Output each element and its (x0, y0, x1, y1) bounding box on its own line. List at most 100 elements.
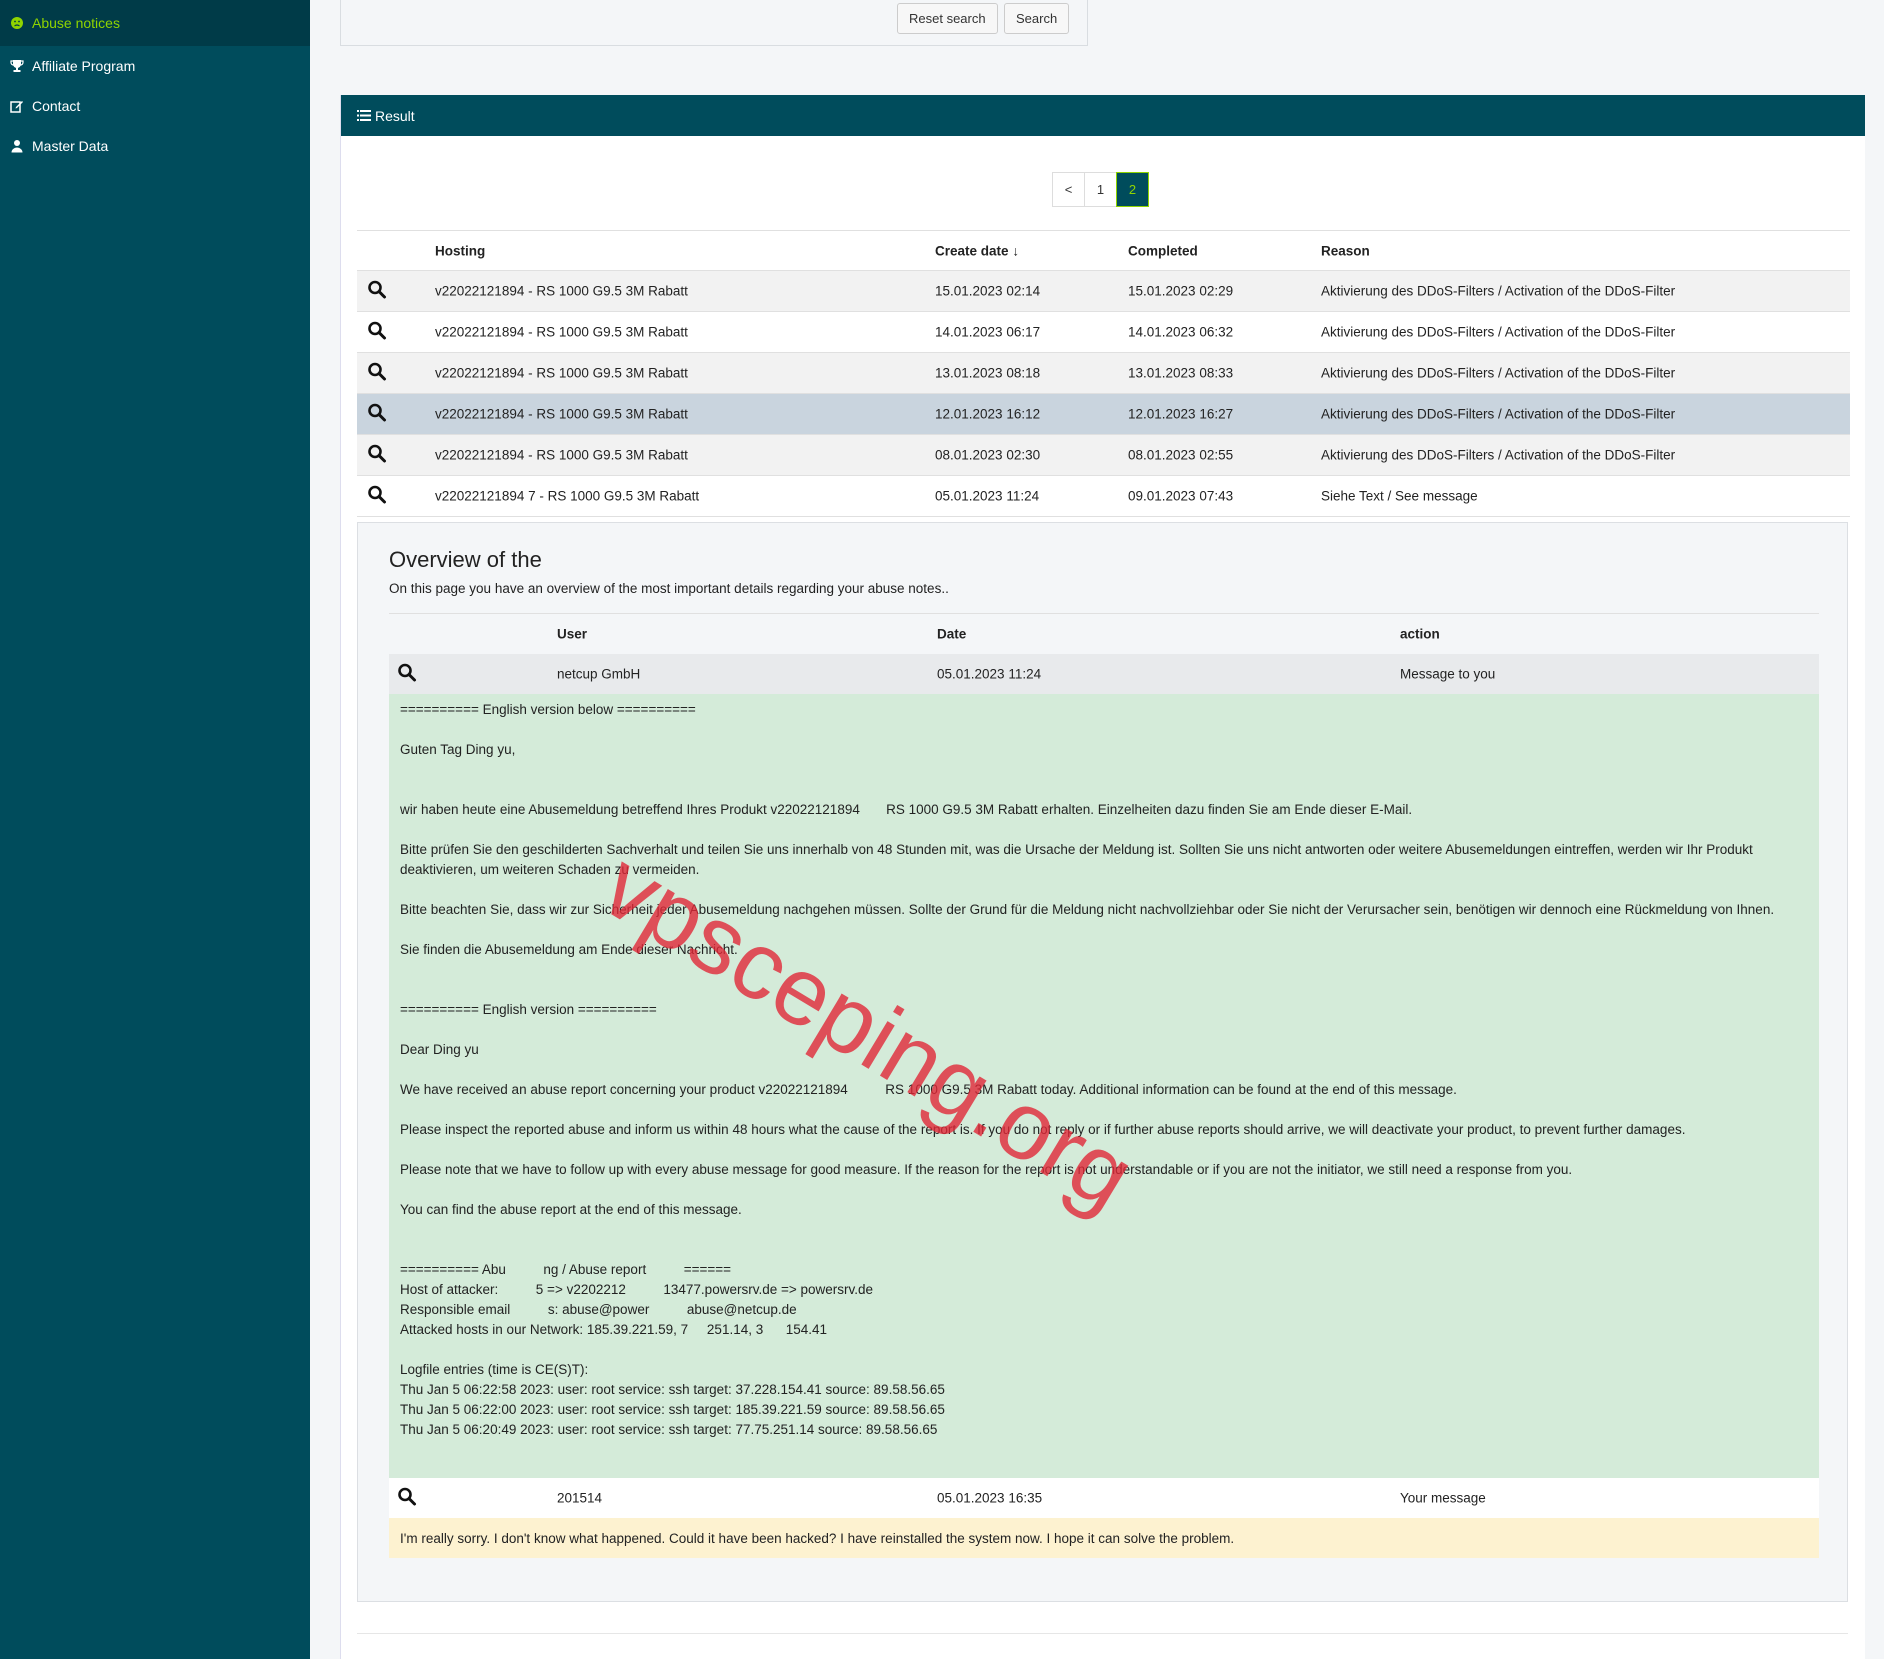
completed-cell: 14.01.2023 06:32 (1128, 324, 1234, 340)
create-date-cell: 12.01.2023 16:12 (935, 406, 1041, 422)
reset-search-button[interactable]: Reset search (897, 3, 998, 34)
hosting-cell: v22022121894 - RS 1000 G9.5 3M Rabatt (435, 283, 688, 299)
abuse-report-block: ========== Abu ng / Abuse report ====== … (400, 1262, 874, 1337)
page-2-button[interactable]: 2 (1116, 172, 1149, 207)
column-header-date: Date (937, 626, 967, 642)
table-row[interactable]: v22022121894 - RS 1000 G9.5 3M Rabatt 13… (357, 353, 1850, 394)
overview-table-header: User Date action (389, 614, 1819, 654)
column-header-user: User (557, 626, 588, 642)
completed-cell: 15.01.2023 02:29 (1128, 283, 1234, 299)
table-row-selected[interactable]: v22022121894 - RS 1000 G9.5 3M Rabatt 12… (357, 394, 1850, 435)
message-line: Dear Ding yu (400, 1042, 479, 1057)
your-message-body: I'm really sorry. I don't know what happ… (389, 1518, 1819, 1558)
message-line: Bitte beachten Sie, dass wir zur Sicherh… (400, 902, 1775, 917)
action-cell: Message to you (1400, 666, 1496, 682)
date-cell: 05.01.2023 11:24 (937, 666, 1042, 682)
result-title: Result (375, 107, 415, 124)
logfile-block: Logfile entries (time is CE(S)T): Thu Ja… (400, 1362, 945, 1437)
reason-cell: Aktivierung des DDoS-Filters / Activatio… (1321, 324, 1676, 340)
completed-cell: 09.01.2023 07:43 (1128, 488, 1234, 504)
overview-title: Overview of the (389, 547, 542, 572)
user-cell: netcup GmbH (557, 666, 641, 682)
table-row[interactable]: v22022121894 - RS 1000 G9.5 3M Rabatt 14… (357, 312, 1850, 353)
sort-down-arrow-icon: ↓ (1012, 243, 1020, 258)
column-header-hosting[interactable]: Hosting (435, 243, 485, 258)
list-icon (357, 110, 371, 121)
sidebar-item-label: Master Data (32, 138, 109, 154)
magnifier-icon[interactable] (367, 280, 387, 300)
sidebar-item-affiliate-program[interactable]: Affiliate Program (0, 46, 310, 86)
table-row[interactable]: v22022121894 7 - RS 1000 G9.5 3M Rabatt … (357, 476, 1850, 517)
column-header-action: action (1400, 626, 1440, 642)
page-prev-button[interactable]: < (1052, 172, 1085, 207)
sidebar-item-abuse-notices[interactable]: Abuse notices (0, 0, 310, 46)
reason-cell: Aktivierung des DDoS-Filters / Activatio… (1321, 447, 1676, 463)
overview-panel: Overview of the On this page you have an… (357, 522, 1848, 1602)
overview-table: User Date action netcup GmbH 05.01.2023 … (389, 613, 1819, 1558)
hosting-cell: v22022121894 7 - RS 1000 G9.5 3M Rabatt (435, 488, 700, 504)
magnifier-icon[interactable] (367, 485, 387, 505)
page-1-button[interactable]: 1 (1084, 172, 1117, 207)
reason-cell: Aktivierung des DDoS-Filters / Activatio… (1321, 365, 1676, 381)
sidebar: Abuse notices Affiliate Program Contact … (0, 0, 310, 1659)
table-row[interactable]: v22022121894 - RS 1000 G9.5 3M Rabatt 15… (357, 271, 1850, 312)
message-line: Guten Tag Ding yu, (400, 742, 516, 757)
reason-cell: Siehe Text / See message (1321, 488, 1478, 504)
overview-subtitle: On this page you have an overview of the… (389, 581, 949, 596)
trophy-icon (10, 59, 24, 73)
magnifier-icon[interactable] (367, 403, 387, 423)
overview-row[interactable]: netcup GmbH 05.01.2023 11:24 Message to … (389, 654, 1819, 694)
column-header-reason[interactable]: Reason (1321, 243, 1370, 258)
completed-cell: 13.01.2023 08:33 (1128, 365, 1234, 381)
completed-cell: 12.01.2023 16:27 (1128, 406, 1234, 422)
message-line: ========== English version ========== (400, 1002, 657, 1017)
sidebar-item-contact[interactable]: Contact (0, 86, 310, 126)
search-panel: Reset search Search (340, 0, 1088, 46)
frown-icon (10, 16, 24, 30)
reason-cell: Aktivierung des DDoS-Filters / Activatio… (1321, 283, 1676, 299)
sidebar-item-master-data[interactable]: Master Data (0, 126, 310, 166)
user-icon (10, 139, 24, 153)
message-line: Bitte prüfen Sie den geschilderten Sachv… (400, 842, 1757, 877)
message-line: Sie finden die Abusemeldung am Ende dies… (400, 942, 738, 957)
table-row[interactable]: v22022121894 - RS 1000 G9.5 3M Rabatt 08… (357, 435, 1850, 476)
abuse-message-body: ========== English version below =======… (389, 694, 1819, 1478)
action-cell: Your message (1400, 1490, 1486, 1506)
column-header-completed[interactable]: Completed (1128, 243, 1198, 258)
create-date-cell: 14.01.2023 06:17 (935, 324, 1041, 340)
message-line: wir haben heute eine Abusemeldung betref… (400, 802, 1413, 817)
table-header: Hosting Create date ↓ Completed Reason (357, 231, 1850, 271)
hosting-cell: v22022121894 - RS 1000 G9.5 3M Rabatt (435, 365, 688, 381)
create-date-cell: 13.01.2023 08:18 (935, 365, 1041, 381)
create-date-cell: 15.01.2023 02:14 (935, 283, 1041, 299)
result-header: Result (341, 95, 1865, 136)
sidebar-item-label: Affiliate Program (32, 58, 136, 74)
message-line: We have received an abuse report concern… (400, 1082, 1457, 1097)
magnifier-icon[interactable] (397, 1487, 417, 1507)
result-panel: Result < 1 2 Hosting Create date ↓ Compl… (340, 95, 1865, 1659)
completed-cell: 08.01.2023 02:55 (1128, 447, 1234, 463)
magnifier-icon[interactable] (367, 321, 387, 341)
hosting-cell: v22022121894 - RS 1000 G9.5 3M Rabatt (435, 447, 688, 463)
divider (357, 1633, 1848, 1634)
sidebar-item-label: Contact (32, 98, 81, 114)
sidebar-item-label: Abuse notices (32, 15, 120, 31)
message-line: Please inspect the reported abuse and in… (400, 1122, 1686, 1137)
pagination: < 1 2 (1052, 172, 1149, 207)
date-cell: 05.01.2023 16:35 (937, 1490, 1043, 1506)
edit-icon (10, 99, 24, 113)
overview-row[interactable]: 201514 05.01.2023 16:35 Your message (389, 1478, 1819, 1518)
create-date-cell: 05.01.2023 11:24 (935, 488, 1040, 504)
magnifier-icon[interactable] (397, 663, 417, 683)
column-header-create-date[interactable]: Create date ↓ (935, 243, 1019, 258)
search-button[interactable]: Search (1004, 3, 1070, 34)
create-date-cell: 08.01.2023 02:30 (935, 447, 1041, 463)
message-line: Please note that we have to follow up wi… (400, 1162, 1573, 1177)
hosting-cell: v22022121894 - RS 1000 G9.5 3M Rabatt (435, 406, 688, 422)
reason-cell: Aktivierung des DDoS-Filters / Activatio… (1321, 406, 1676, 422)
message-line: ========== English version below =======… (400, 702, 696, 717)
hosting-table: Hosting Create date ↓ Completed Reason v… (357, 230, 1850, 517)
magnifier-icon[interactable] (367, 444, 387, 464)
message-line: You can find the abuse report at the end… (400, 1202, 742, 1217)
magnifier-icon[interactable] (367, 362, 387, 382)
